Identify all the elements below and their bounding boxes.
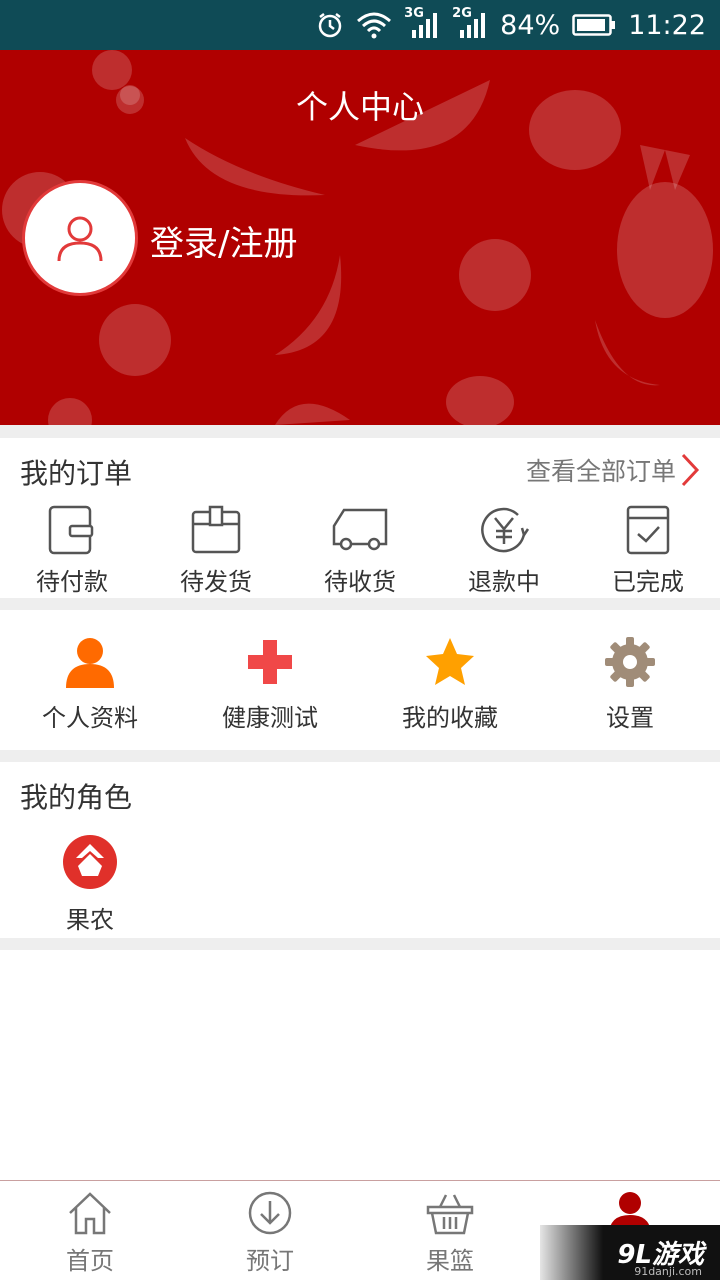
profile-icon <box>66 638 114 688</box>
nav-label: 预订 <box>246 1247 294 1275</box>
package-icon <box>191 505 241 554</box>
nav-label: 首页 <box>66 1247 114 1275</box>
wifi-icon <box>356 11 392 39</box>
gear-icon <box>605 637 655 687</box>
order-completed[interactable]: 已完成 <box>576 504 720 597</box>
signal-3g-icon: 3G <box>404 6 440 40</box>
network-2g-label: 2G <box>452 6 472 21</box>
profile-header: 个人中心 登录/注册 <box>0 50 720 425</box>
alarm-icon <box>316 11 344 39</box>
battery-icon <box>572 13 616 37</box>
download-circle-icon <box>248 1191 292 1235</box>
view-all-orders-label: 查看全部订单 <box>525 457 676 486</box>
order-refunding[interactable]: 退款中 <box>432 504 576 597</box>
settings-button[interactable]: 设置 <box>540 636 720 733</box>
page-title: 个人中心 <box>295 88 424 126</box>
wallet-icon <box>48 505 94 555</box>
chevron-right-icon <box>681 453 700 487</box>
service-label: 健康测试 <box>222 704 318 732</box>
orders-section: 我的订单 查看全部订单 待付款 待发货 待收货 退款中 已完成 <box>0 438 720 598</box>
divider <box>0 425 720 438</box>
divider <box>0 938 720 950</box>
user-avatar-icon <box>57 216 103 262</box>
login-register-link[interactable]: 登录/注册 <box>150 216 297 265</box>
order-pending-shipment[interactable]: 待发货 <box>144 504 288 597</box>
basket-icon <box>426 1194 474 1235</box>
view-all-orders-link[interactable]: 查看全部订单 <box>526 452 700 488</box>
clock: 11:22 <box>628 9 706 41</box>
status-bar: 3G 2G 84% 11:22 <box>0 0 720 50</box>
truck-icon <box>332 508 388 551</box>
orders-title: 我的订单 <box>20 457 133 490</box>
nav-booking[interactable]: 预订 <box>180 1181 360 1280</box>
star-icon <box>426 638 474 685</box>
roles-section: 我的角色 果农 <box>0 762 720 938</box>
completed-icon <box>626 505 670 555</box>
farmer-icon <box>63 835 117 889</box>
health-test-button[interactable]: 健康测试 <box>180 636 360 733</box>
refund-icon <box>481 507 530 553</box>
services-section: 个人资料 健康测试 我的收藏 设置 <box>0 610 720 750</box>
order-pending-receipt[interactable]: 待收货 <box>288 504 432 597</box>
network-3g-label: 3G <box>404 6 424 21</box>
watermark-url: 91danji.com <box>634 1265 702 1278</box>
divider <box>0 598 720 610</box>
order-label: 已完成 <box>612 568 684 596</box>
nav-home[interactable]: 首页 <box>0 1181 180 1280</box>
order-pending-payment[interactable]: 待付款 <box>0 504 144 597</box>
divider <box>0 750 720 762</box>
battery-percent: 84% <box>500 9 561 41</box>
profile-info-button[interactable]: 个人资料 <box>0 636 180 733</box>
order-label: 待发货 <box>180 568 252 596</box>
favorites-button[interactable]: 我的收藏 <box>360 636 540 733</box>
role-farmer[interactable]: 果农 <box>28 834 152 935</box>
service-label: 个人资料 <box>42 704 138 732</box>
avatar[interactable] <box>22 180 138 296</box>
service-label: 我的收藏 <box>402 704 498 732</box>
service-label: 设置 <box>606 704 654 732</box>
role-label: 果农 <box>66 906 114 934</box>
nav-basket[interactable]: 果篮 <box>360 1181 540 1280</box>
nav-label: 果篮 <box>426 1247 474 1275</box>
site-watermark: 9L游戏 91danji.com <box>540 1225 720 1280</box>
order-label: 待付款 <box>36 568 108 596</box>
home-icon <box>69 1192 111 1235</box>
health-cross-icon <box>248 640 292 684</box>
signal-2g-icon: 2G <box>452 6 488 40</box>
order-label: 退款中 <box>468 568 540 596</box>
roles-title: 我的角色 <box>20 781 133 814</box>
order-label: 待收货 <box>324 568 396 596</box>
